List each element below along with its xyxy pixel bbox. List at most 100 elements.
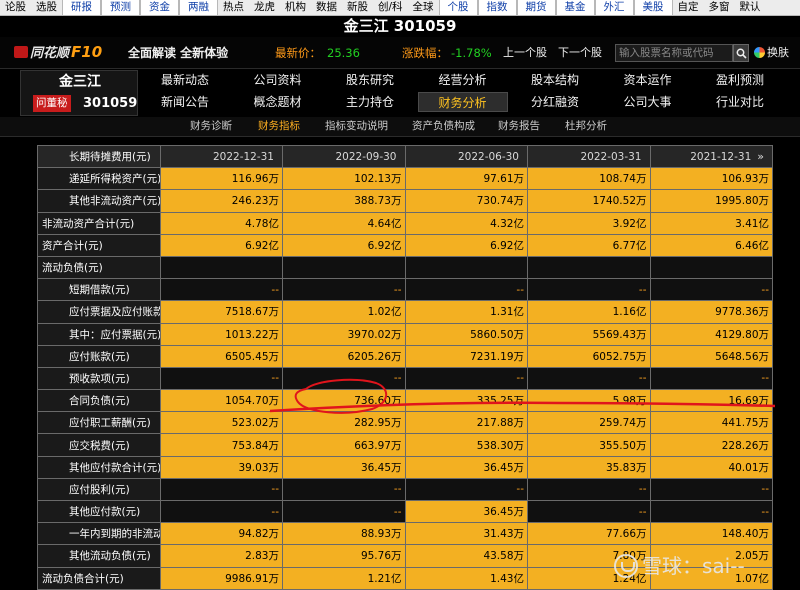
value-cell: 148.40万 [649, 522, 773, 546]
value-cell: 1.31亿 [404, 300, 528, 324]
f10-header: 同花顺 F10 全面解读 全新体验 最新价： 25.36 涨跌幅： -1.78% … [0, 37, 800, 69]
value-cell: -- [404, 278, 528, 302]
subnav-tab[interactable]: 财务指标 [258, 117, 300, 136]
nav-tab[interactable]: 公司大事 [603, 92, 693, 112]
value-cell: 40.01万 [649, 455, 773, 479]
table-row: 递延所得税资产(元) 116.96万 102.13万 97.61万 108.74万 106… [37, 167, 773, 191]
table-row: 合同负债(元) 1054.70万 736.60万 335.25万 5.98万 16.69万 [37, 389, 773, 413]
table-body: 递延所得税资产(元) 116.96万 102.13万 97.61万 108.74万 106… [37, 167, 773, 590]
menu-item[interactable]: 指数 [477, 0, 517, 15]
value-cell: 3.92亿 [527, 211, 651, 235]
row-label: 一年内到期的非流动负债(元) [37, 522, 161, 546]
menu-item[interactable]: 研报 [62, 0, 101, 15]
value-cell: 259.74万 [527, 411, 651, 435]
balance-sheet-table: 长期待摊费用(元) 2022-12-31 2022-09-30 2022-06-… [37, 144, 773, 590]
double-chevron-right-icon[interactable]: » [757, 150, 764, 163]
next-stock-button[interactable]: 下一个股 [558, 45, 602, 61]
table-row: 其他非流动资产(元) 246.23万 388.73万 730.74万 1740.52万 1… [37, 189, 773, 213]
value-cell: 335.25万 [404, 389, 528, 413]
menu-item[interactable]: 数据 [311, 0, 342, 15]
logo-icon [14, 46, 28, 58]
nav-tab[interactable]: 分红融资 [510, 92, 600, 112]
value-cell: 43.58万 [404, 544, 528, 568]
nav-tab[interactable]: 概念题材 [233, 92, 323, 112]
menu-item[interactable]: 多窗 [704, 0, 735, 15]
menu-item[interactable]: 机构 [280, 0, 311, 15]
menu-item[interactable]: 新股 [342, 0, 373, 15]
change-skin-button[interactable]: 换肤 [767, 45, 789, 61]
value-cell [649, 255, 773, 280]
header-date-text: 2021-12-31 [690, 151, 752, 164]
nav-tab[interactable]: 主力持仓 [325, 92, 415, 112]
row-label: 其中：应付票据(元) [37, 322, 161, 346]
table-row: 应付股利(元) -- -- -- -- -- [37, 477, 773, 502]
menu-item[interactable]: 两融 [179, 0, 218, 15]
value-cell: 217.88万 [404, 411, 528, 435]
value-cell: 5569.43万 [527, 322, 651, 346]
value-cell: 4.32亿 [404, 211, 528, 235]
value-cell: 3970.02万 [282, 322, 406, 346]
menu-item[interactable]: 创/科 [373, 0, 408, 15]
subnav-tab[interactable]: 财务诊断 [190, 117, 232, 136]
subnav-tab[interactable]: 资产负债构成 [412, 117, 475, 136]
nav-tab[interactable]: 最新动态 [140, 70, 230, 90]
menu-item[interactable]: 美股 [633, 0, 673, 15]
nav-tab[interactable]: 行业对比 [695, 92, 785, 112]
value-cell: -- [159, 477, 283, 502]
nav-tab[interactable]: 经营分析 [418, 70, 508, 90]
menu-item[interactable]: 个股 [438, 0, 478, 15]
value-cell: 36.45万 [282, 455, 406, 479]
value-cell: -- [159, 278, 283, 302]
subnav-tab[interactable]: 指标变动说明 [325, 117, 388, 136]
nav-tab[interactable]: 股本结构 [510, 70, 600, 90]
menu-item[interactable]: 论股 [0, 0, 31, 15]
change-percent-label: 涨跌幅： [402, 46, 448, 60]
nav-tab[interactable]: 公司资料 [233, 70, 323, 90]
menu-item[interactable]: 全球 [408, 0, 439, 15]
value-cell: 9778.36万 [649, 300, 773, 324]
previous-stock-button[interactable]: 上一个股 [503, 45, 547, 61]
value-cell: 6.46亿 [649, 233, 773, 257]
menu-item[interactable]: 默认 [735, 0, 766, 15]
search-button[interactable] [733, 44, 749, 62]
row-label: 其他非流动资产(元) [37, 189, 161, 213]
value-cell: 663.97万 [282, 433, 406, 457]
stock-code: 301059 [83, 96, 138, 111]
palette-icon[interactable] [754, 47, 765, 58]
menu-item[interactable]: 热点 [218, 0, 249, 15]
menu-item[interactable]: 选股 [31, 0, 62, 15]
value-cell: 4.78亿 [159, 211, 283, 235]
value-cell: 441.75万 [649, 411, 773, 435]
stock-search-input[interactable] [615, 44, 733, 62]
row-label: 递延所得税资产(元) [37, 167, 161, 191]
value-cell: 5.98万 [527, 389, 651, 413]
sub-nav: 财务诊断 财务指标 指标变动说明 资产负债构成 财务报告 杜邦分析 [0, 117, 800, 137]
table-row: 其他应付款(元) -- -- 36.45万 -- -- [37, 499, 773, 524]
value-cell: 88.93万 [282, 522, 406, 546]
value-cell: 2.83万 [159, 544, 283, 568]
menu-item[interactable]: 资金 [140, 0, 179, 15]
row-label: 应付职工薪酬(元) [37, 411, 161, 435]
subnav-tab[interactable]: 杜邦分析 [565, 117, 607, 136]
value-cell: 753.84万 [159, 433, 283, 457]
value-cell: 3.41亿 [649, 211, 773, 235]
value-cell: 730.74万 [404, 189, 528, 213]
nav-tab[interactable]: 股东研究 [325, 70, 415, 90]
row-label: 短期借款(元) [37, 278, 161, 302]
menu-item[interactable]: 期货 [516, 0, 556, 15]
value-cell: -- [649, 477, 773, 502]
nav-tab[interactable]: 资本运作 [603, 70, 693, 90]
nav-tab[interactable]: 盈利预测 [695, 70, 785, 90]
menu-item[interactable]: 预测 [101, 0, 140, 15]
nav-tab[interactable]: 财务分析 [417, 92, 508, 112]
nav-tab[interactable]: 新闻公告 [140, 92, 230, 112]
value-cell: 1740.52万 [527, 189, 651, 213]
subnav-tab[interactable]: 财务报告 [498, 117, 540, 136]
ask-secretary-button[interactable]: 问董秘 [33, 95, 71, 112]
menu-item[interactable]: 基金 [555, 0, 595, 15]
value-cell: -- [527, 477, 651, 502]
menu-item[interactable]: 外汇 [594, 0, 634, 15]
menu-item[interactable]: 龙虎 [249, 0, 280, 15]
brand-logo: 同花顺 F10 [14, 43, 102, 63]
menu-item[interactable]: 自定 [673, 0, 704, 15]
